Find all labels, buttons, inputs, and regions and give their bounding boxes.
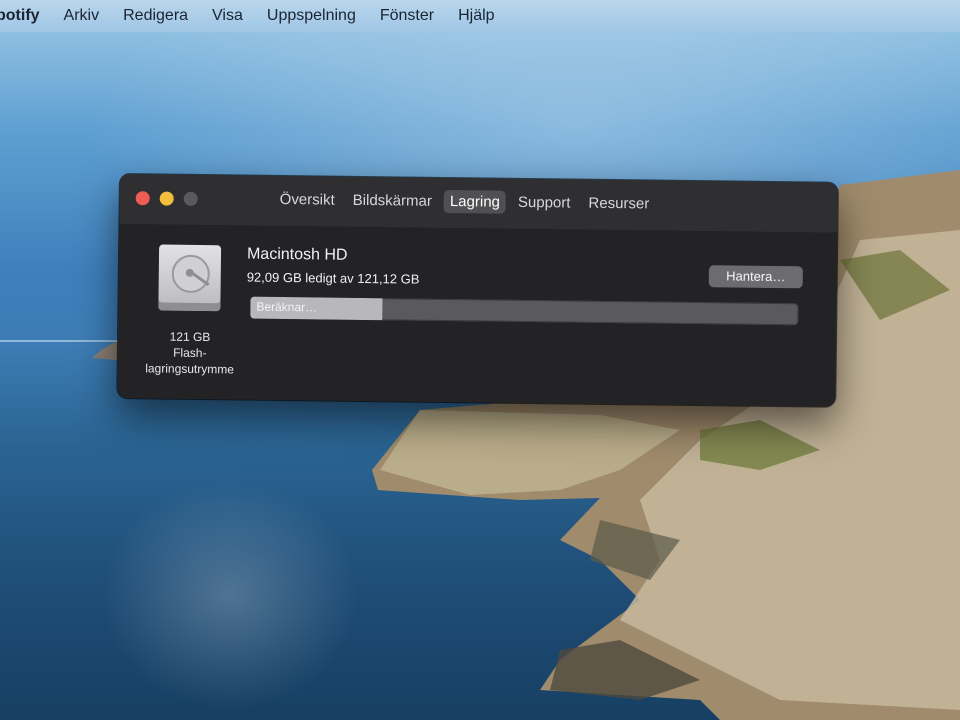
tab-oversikt[interactable]: Översikt (274, 188, 341, 212)
menu-hjalp[interactable]: Hjälp (446, 7, 506, 25)
storage-panel: 121 GB Flash- lagringsutrymme Macintosh … (117, 223, 838, 407)
disk-size-label: 121 GB (169, 329, 211, 345)
zoom-button (183, 191, 198, 206)
manage-button[interactable]: Hantera… (708, 265, 803, 289)
tab-bar: Översikt Bildskärmar Lagring Support Res… (274, 188, 656, 216)
disk-caption: 121 GB Flash- lagringsutrymme (138, 328, 243, 377)
tab-resurser[interactable]: Resurser (582, 192, 655, 216)
tab-lagring[interactable]: Lagring (443, 189, 507, 214)
tab-bildskarmar[interactable]: Bildskärmar (347, 189, 438, 213)
disk-name: Macintosh HD (246, 245, 348, 264)
menu-visa[interactable]: Visa (200, 7, 255, 25)
menu-bar: potify Arkiv Redigera Visa Uppspelning F… (0, 0, 960, 32)
screen-glare (90, 470, 370, 720)
about-this-mac-window: Översikt Bildskärmar Lagring Support Res… (117, 174, 838, 407)
disk-type-line2: lagringsutrymme (145, 361, 235, 377)
menu-app-name[interactable]: potify (0, 7, 52, 25)
menu-redigera[interactable]: Redigera (111, 7, 200, 25)
menu-uppspelning[interactable]: Uppspelning (255, 7, 368, 25)
minimize-button[interactable] (159, 191, 174, 206)
close-button[interactable] (135, 191, 150, 206)
internal-drive-icon (158, 244, 222, 312)
storage-bar: Beräknar… (250, 296, 799, 326)
menu-fonster[interactable]: Fönster (368, 7, 446, 25)
tab-support[interactable]: Support (512, 191, 577, 215)
disk-type-line1: Flash- (173, 345, 207, 361)
disk-usage-text: 92,09 GB ledigt av 121,12 GB (246, 269, 420, 287)
menu-arkiv[interactable]: Arkiv (52, 7, 112, 25)
storage-bar-label: Beräknar… (256, 299, 318, 315)
